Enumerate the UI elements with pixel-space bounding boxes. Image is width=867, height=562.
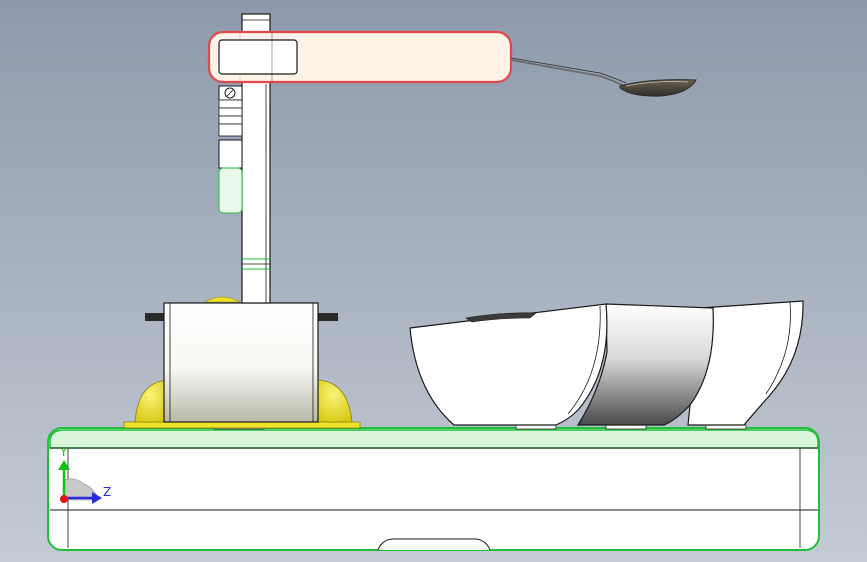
servo-module[interactable] bbox=[218, 85, 243, 214]
base-plate[interactable] bbox=[47, 424, 820, 551]
z-axis-label: Z bbox=[103, 485, 111, 499]
spoon-arm[interactable] bbox=[207, 30, 513, 84]
motor-block[interactable] bbox=[145, 302, 338, 423]
cad-viewport[interactable]: Y Z bbox=[0, 0, 867, 562]
cad-scene: Y Z bbox=[0, 0, 867, 562]
feed-bowls[interactable] bbox=[409, 300, 804, 426]
triad-origin bbox=[60, 495, 68, 503]
y-axis-label: Y bbox=[59, 445, 68, 459]
